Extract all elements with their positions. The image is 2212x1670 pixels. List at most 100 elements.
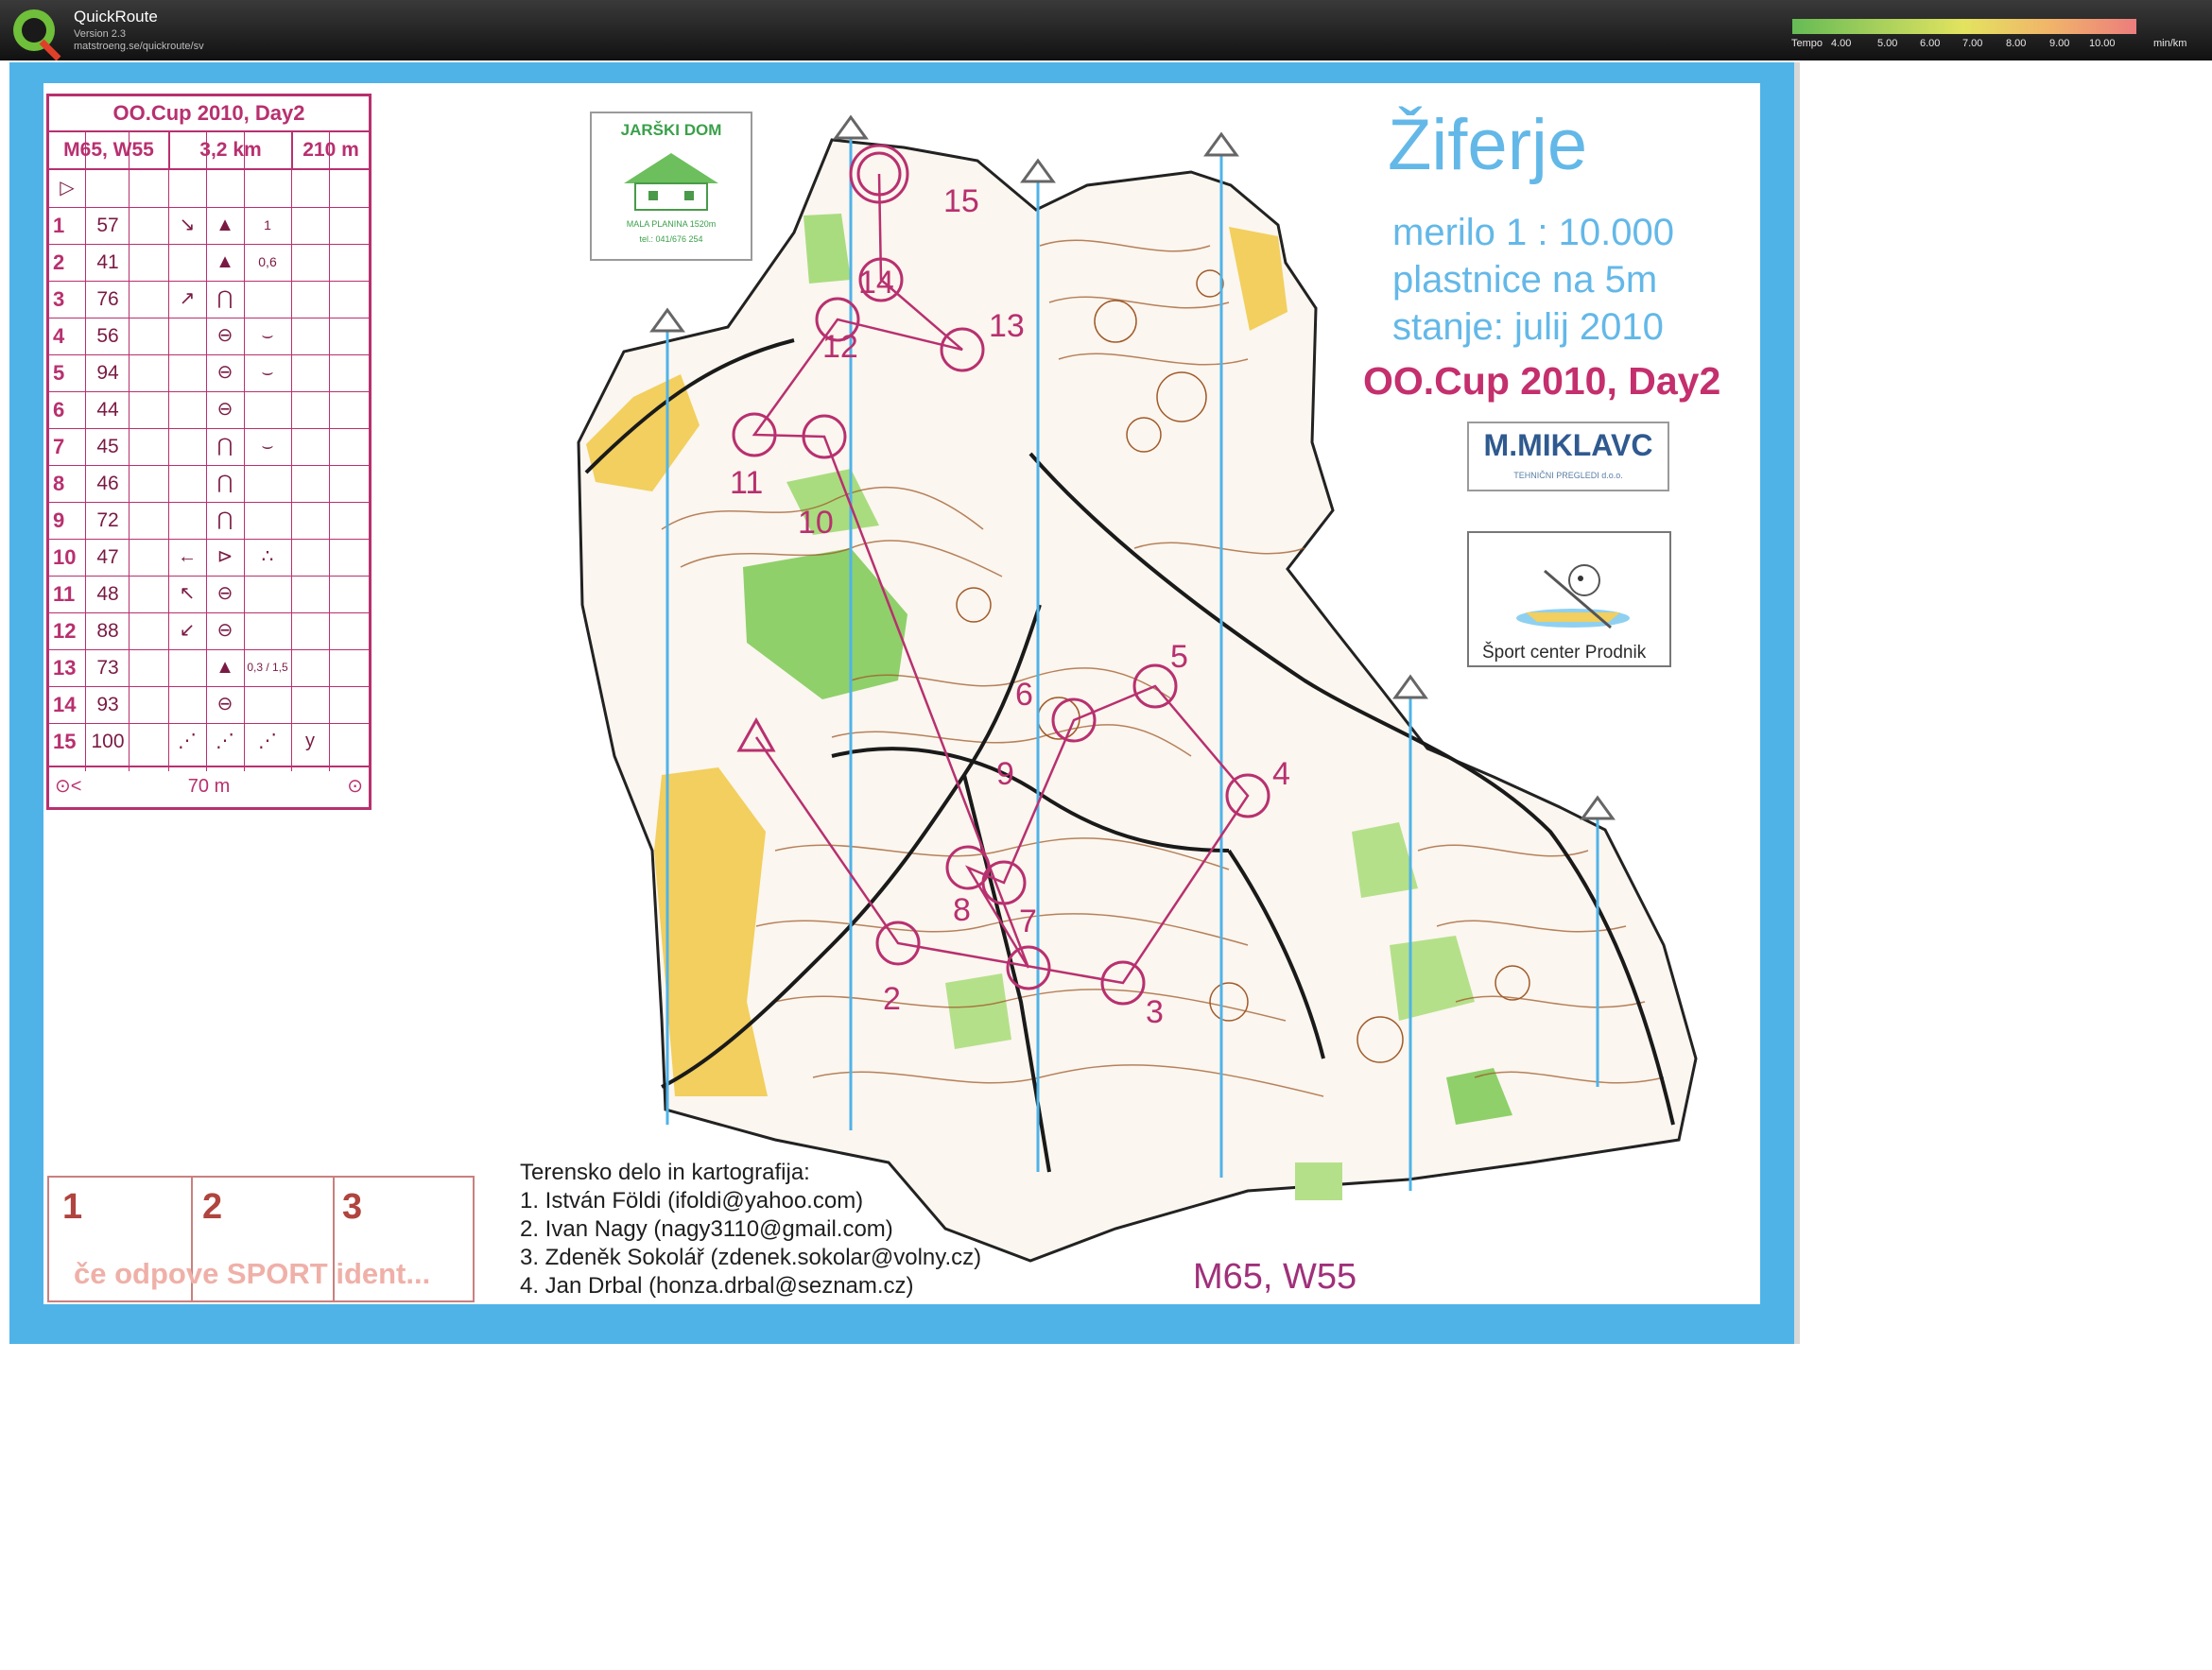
control-label: 9 bbox=[996, 756, 1014, 792]
cd-control-code: 48 bbox=[96, 583, 119, 605]
cd-control-code: 57 bbox=[96, 215, 119, 236]
credit-person: 2. Ivan Nagy (nagy3110@gmail.com) bbox=[520, 1216, 893, 1242]
cd-column-d: ⋰ bbox=[178, 731, 197, 751]
cd-control-number: 13 bbox=[53, 656, 77, 680]
cd-column-e: ⊖ bbox=[216, 694, 233, 714]
cd-column-f: ⌣ bbox=[261, 362, 274, 383]
sponsor-address: MALA PLANINA 1520m bbox=[626, 219, 717, 229]
cd-control-code: 44 bbox=[96, 399, 119, 421]
cd-column-e: ⊖ bbox=[216, 362, 233, 383]
cd-control-code: 93 bbox=[96, 694, 119, 715]
cd-column-e: ⊖ bbox=[216, 583, 233, 604]
map-name: Žiferje bbox=[1388, 105, 1588, 185]
cd-column-e: ⊖ bbox=[216, 620, 233, 641]
cd-row: 8 46 ⋂ bbox=[49, 465, 369, 503]
sponsor-jarski-dom: JARŠKI DOM MALA PLANINA 1520m tel.: 041/… bbox=[590, 112, 752, 261]
control-label: 6 bbox=[1015, 677, 1033, 713]
backup-punch-number: 3 bbox=[342, 1187, 363, 1227]
sponsor-sport-center: Šport center Prodnik bbox=[1467, 531, 1671, 667]
cd-start-row: ▷ bbox=[49, 170, 369, 208]
cd-finish-distance: 70 m bbox=[187, 776, 231, 797]
cd-control-number: 14 bbox=[53, 693, 77, 716]
cd-row: 11 48 ↖ ⊖ bbox=[49, 576, 369, 613]
cd-row: 6 44 ⊖ bbox=[49, 391, 369, 429]
sponsor-name: JARŠKI DOM bbox=[620, 121, 722, 139]
control-description-sheet: OO.Cup 2010, Day2 M65, W55 3,2 km 210 m … bbox=[46, 94, 372, 810]
cd-control-code: 94 bbox=[96, 362, 119, 384]
cd-control-number: 8 bbox=[53, 472, 65, 495]
cd-control-code: 76 bbox=[96, 288, 119, 310]
control-label: 15 bbox=[943, 183, 979, 219]
cd-column-e: ⋂ bbox=[216, 436, 233, 456]
cd-column-g: y bbox=[305, 731, 315, 751]
control-label: 10 bbox=[798, 505, 834, 541]
credit-person: 4. Jan Drbal (honza.drbal@seznam.cz) bbox=[520, 1273, 914, 1299]
cd-row: 3 76 ↗ ⋂ bbox=[49, 281, 369, 319]
sponsor-subtitle: TEHNIČNI PREGLEDI d.o.o. bbox=[1513, 471, 1623, 480]
kayak-mascot-icon bbox=[1516, 564, 1630, 629]
cd-control-code: 56 bbox=[96, 325, 119, 347]
cd-control-code: 72 bbox=[96, 509, 119, 531]
map-state: stanje: julij 2010 bbox=[1392, 306, 1664, 348]
cd-control-number: 11 bbox=[53, 582, 76, 606]
sponsor-phone: tel.: 041/676 254 bbox=[639, 234, 703, 244]
control-label: 11 bbox=[730, 465, 763, 501]
sponsor-name: Šport center Prodnik bbox=[1482, 643, 1647, 663]
cd-control-code: 88 bbox=[96, 620, 119, 642]
cd-row: 13 73 ▲ 0,3 / 1,5 bbox=[49, 649, 369, 687]
forest-green-8 bbox=[1295, 1162, 1342, 1200]
start-triangle-icon: ▷ bbox=[60, 178, 75, 198]
cd-control-number: 15 bbox=[53, 730, 77, 753]
cd-control-number: 4 bbox=[53, 324, 65, 348]
cd-row: 12 88 ↙ ⊖ bbox=[49, 612, 369, 650]
event-title: OO.Cup 2010, Day2 bbox=[1363, 359, 1721, 403]
cd-column-e: ▲ bbox=[216, 251, 234, 272]
cd-control-number: 10 bbox=[53, 545, 77, 569]
control-label: 8 bbox=[953, 892, 971, 928]
control-label: 4 bbox=[1272, 756, 1290, 792]
cd-row: 5 94 ⊖ ⌣ bbox=[49, 354, 369, 392]
cd-title: OO.Cup 2010, Day2 bbox=[49, 96, 369, 132]
cd-row: 10 47 ← ⊳ ∴ bbox=[49, 539, 369, 577]
cd-column-d: ↗ bbox=[179, 288, 196, 309]
finish-circle-icon: ⊙ bbox=[347, 776, 363, 797]
cd-control-code: 47 bbox=[96, 546, 119, 568]
sponsor-name: M.MIKLAVC bbox=[1483, 428, 1653, 462]
control-label: 14 bbox=[858, 265, 894, 301]
cd-column-e: ⊳ bbox=[216, 546, 233, 567]
cd-control-number: 5 bbox=[53, 361, 65, 385]
finish-funnel-icon: ⊙< bbox=[55, 776, 82, 797]
cd-control-number: 12 bbox=[53, 619, 77, 643]
sponsor-miklavc: M.MIKLAVC TEHNIČNI PREGLEDI d.o.o. bbox=[1467, 422, 1669, 491]
backup-punch-number: 1 bbox=[62, 1187, 83, 1227]
cd-column-e: ⊖ bbox=[216, 399, 233, 420]
cd-column-g: 1 bbox=[264, 217, 271, 232]
cd-column-e: ▲ bbox=[216, 215, 234, 235]
cd-climb: 210 m bbox=[293, 132, 369, 170]
control-label: 2 bbox=[883, 981, 901, 1017]
cd-row: 15 100 ⋰ ⋰ ⋰ y bbox=[49, 723, 369, 760]
credit-person: 1. István Földi (ifoldi@yahoo.com) bbox=[520, 1188, 864, 1214]
control-label: 7 bbox=[1019, 904, 1037, 939]
sportident-backup-box: 1 2 3 če odpove SPORT ident... bbox=[47, 1176, 475, 1302]
sportident-note: če odpove SPORT ident... bbox=[74, 1257, 431, 1290]
cd-control-code: 73 bbox=[96, 657, 119, 679]
cd-column-f: ⌣ bbox=[261, 325, 274, 346]
cd-finish-row: ⊙< 70 m ⊙ bbox=[49, 766, 369, 805]
open-land-west bbox=[654, 767, 768, 1096]
credit-person: 3. Zdeněk Sokolář (zdenek.sokolar@volny.… bbox=[520, 1245, 982, 1270]
control-label: 5 bbox=[1170, 639, 1188, 675]
credits-heading: Terensko delo in kartografija: bbox=[520, 1160, 810, 1185]
cd-control-number: 1 bbox=[53, 214, 65, 237]
cd-control-number: 6 bbox=[53, 398, 65, 422]
cd-column-g: 0,3 / 1,5 bbox=[247, 661, 288, 674]
cd-column-g: 0,6 bbox=[258, 254, 277, 269]
forest-green-7 bbox=[945, 973, 1011, 1049]
cd-control-number: 3 bbox=[53, 287, 65, 311]
cd-row: 1 57 ↘ ▲ 1 bbox=[49, 207, 369, 245]
cd-control-code: 46 bbox=[96, 473, 119, 494]
cd-column-f: ⌣ bbox=[261, 436, 274, 456]
control-label: 12 bbox=[822, 329, 858, 365]
cd-control-code: 45 bbox=[96, 436, 119, 457]
cd-column-f: ⋰ bbox=[258, 731, 277, 751]
